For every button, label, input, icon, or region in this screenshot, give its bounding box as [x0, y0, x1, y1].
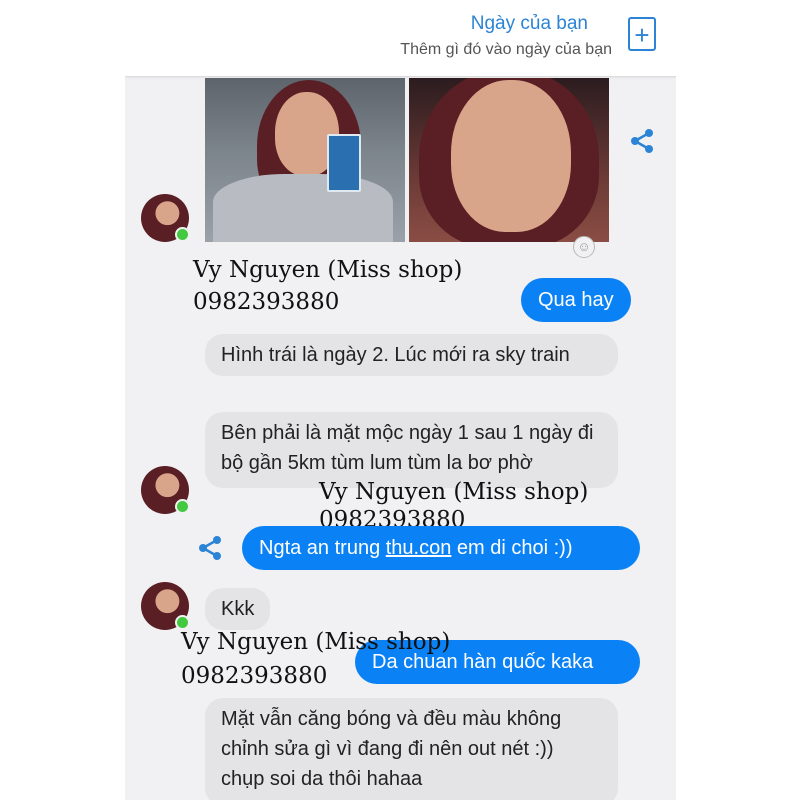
- message-in[interactable]: Mặt vẫn căng bóng và đều màu không chỉnh…: [205, 698, 618, 800]
- message-out[interactable]: Ngta an trung thu.con em di choi :)): [242, 526, 640, 570]
- avatar[interactable]: [141, 194, 190, 242]
- share-icon[interactable]: [629, 128, 655, 154]
- watermark-phone: 0982393880: [181, 663, 328, 689]
- face-shape: [451, 80, 571, 232]
- message-in[interactable]: Kkk: [205, 588, 271, 630]
- add-reaction-icon[interactable]: ☺: [573, 236, 595, 258]
- message-text: Ngta an trung: [259, 537, 386, 559]
- product-box: [327, 134, 361, 192]
- share-icon[interactable]: [197, 535, 223, 561]
- your-day-title[interactable]: Ngày của bạn: [471, 13, 588, 35]
- avatar[interactable]: [141, 466, 190, 514]
- message-in[interactable]: Hình trái là ngày 2. Lúc mới ra sky trai…: [205, 334, 618, 376]
- shirt-shape: [213, 174, 393, 242]
- your-day-card[interactable]: Ngày của bạn Thêm gì đó vào ngày của bạn…: [125, 0, 676, 77]
- photo-left[interactable]: [205, 78, 405, 242]
- message-link[interactable]: thu.con: [386, 537, 452, 559]
- photo-right[interactable]: [409, 78, 609, 242]
- watermark-name: Vy Nguyen (Miss shop): [193, 257, 463, 283]
- message-text: em di choi :)): [451, 537, 573, 559]
- your-day-subtitle: Thêm gì đó vào ngày của bạn: [400, 41, 612, 58]
- avatar[interactable]: [141, 582, 190, 630]
- watermark-name: Vy Nguyen (Miss shop): [181, 629, 451, 655]
- online-indicator: [175, 499, 190, 514]
- plus-icon[interactable]: +: [628, 17, 656, 51]
- message-out[interactable]: Qua hay: [521, 278, 631, 322]
- watermark-phone: 0982393880: [193, 289, 340, 315]
- online-indicator: [175, 227, 190, 242]
- chat-screen: Ngày của bạn Thêm gì đó vào ngày của bạn…: [125, 0, 676, 800]
